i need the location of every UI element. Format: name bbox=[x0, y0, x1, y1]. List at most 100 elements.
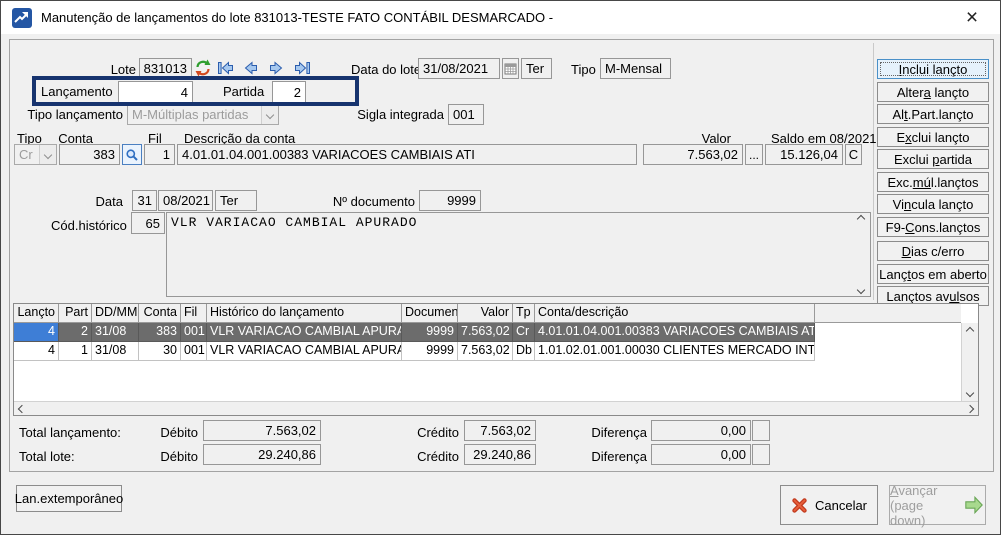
lote-field[interactable]: 831013 bbox=[139, 58, 192, 79]
calendar-icon[interactable] bbox=[502, 58, 519, 79]
total-lote-diferenca: 0,00 bbox=[651, 444, 751, 465]
scroll-down-icon[interactable] bbox=[856, 285, 866, 295]
total-lancamento-debito: 7.563,02 bbox=[203, 420, 321, 441]
tipo-lancamento-select: M-Múltiplas partidas bbox=[127, 104, 279, 125]
table-cell[interactable]: VLR VARIACAO CAMBIAL APURADO bbox=[207, 342, 402, 361]
exc-mul-lanctos-button[interactable]: Exc. mú l.lançtos bbox=[877, 172, 989, 192]
next-record-icon[interactable] bbox=[268, 60, 286, 76]
documento-label: Nº documento bbox=[332, 194, 415, 209]
tipo-label: Tipo bbox=[571, 62, 596, 77]
dias-cerro-button[interactable]: Dias c/erro bbox=[877, 241, 989, 261]
table-cell[interactable]: 2 bbox=[59, 323, 92, 342]
last-record-icon[interactable] bbox=[294, 60, 312, 76]
lanctos-em-aberto-button[interactable]: Lanç t os em aberto bbox=[877, 264, 989, 284]
valor-field[interactable]: 7.563,02 bbox=[643, 144, 743, 165]
table-cell[interactable]: 001 bbox=[181, 323, 207, 342]
total-lancamento-credito: 7.563,02 bbox=[464, 420, 536, 441]
frame-separator bbox=[873, 43, 874, 300]
table-cell[interactable]: VLR VARIACAO CAMBIAL APURADO bbox=[207, 323, 402, 342]
table-cell[interactable]: 9999 bbox=[402, 323, 458, 342]
title-bar: Manutenção de lançamentos do lote 831013… bbox=[1, 1, 1000, 34]
debito-label: Débito bbox=[160, 425, 198, 440]
table-header-cell: Conta/descrição bbox=[535, 304, 815, 322]
table-header-cell: Valor bbox=[458, 304, 513, 322]
chevron-down-icon bbox=[261, 105, 278, 124]
search-icon[interactable] bbox=[122, 144, 142, 165]
table-cell[interactable]: 383 bbox=[139, 323, 181, 342]
conta-tipo-select: Cr bbox=[14, 144, 57, 165]
scroll-left-icon[interactable] bbox=[17, 404, 27, 413]
diferenca-label: Diferença bbox=[591, 449, 647, 464]
conta-field[interactable]: 383 bbox=[59, 144, 120, 165]
grid-body: 4231/08383001VLR VARIACAO CAMBIAL APURAD… bbox=[14, 323, 815, 361]
scroll-right-icon[interactable] bbox=[965, 404, 975, 413]
data-lote-field[interactable]: 31/08/2021 bbox=[418, 58, 500, 79]
inclui-lancto-button[interactable]: Inclui lançto bbox=[877, 59, 989, 79]
table-header-cell: Tp bbox=[513, 304, 535, 322]
refresh-icon[interactable] bbox=[194, 59, 212, 77]
data-mesano-field[interactable]: 08/2021 bbox=[158, 190, 213, 211]
table-cell[interactable]: 7.563,02 bbox=[458, 323, 513, 342]
table-cell[interactable]: 1.01.02.01.001.00030 CLIENTES MERCADO IN… bbox=[535, 342, 815, 361]
total-lote-label: Total lote: bbox=[19, 449, 75, 464]
table-cell[interactable]: 4.01.01.04.001.00383 VARIACOES CAMBIAIS … bbox=[535, 323, 815, 342]
table-header-cell: Histórico do lançamento bbox=[207, 304, 402, 322]
table-row[interactable]: 4131/0830001VLR VARIACAO CAMBIAL APURADO… bbox=[14, 342, 815, 361]
scroll-up-icon[interactable] bbox=[965, 326, 975, 336]
grid-vertical-scrollbar[interactable] bbox=[961, 323, 978, 401]
table-cell[interactable]: Cr bbox=[513, 323, 535, 342]
table-header-cell: DD/MM bbox=[92, 304, 139, 322]
table-cell[interactable]: 4 bbox=[14, 323, 59, 342]
lancamentos-grid: Lançto Part DD/MM Conta Fil Histórico do lanç… bbox=[13, 303, 979, 416]
scroll-up-icon[interactable] bbox=[856, 214, 866, 224]
tipo-field: M-Mensal bbox=[600, 58, 671, 79]
table-cell[interactable]: 4 bbox=[14, 342, 59, 361]
altera-lancto-button[interactable]: Alter a lançto bbox=[877, 82, 989, 102]
close-icon[interactable]: × bbox=[950, 1, 994, 34]
table-header-cell: Conta bbox=[139, 304, 181, 322]
fil-field[interactable]: 1 bbox=[144, 144, 175, 165]
table-cell[interactable]: 001 bbox=[181, 342, 207, 361]
table-cell[interactable]: 7.563,02 bbox=[458, 342, 513, 361]
historico-textarea[interactable]: VLR VARIACAO CAMBIAL APURADO bbox=[166, 212, 871, 297]
historico-cod-field[interactable]: 65 bbox=[131, 212, 165, 234]
partida-label: Partida bbox=[223, 84, 265, 99]
table-cell[interactable]: Db bbox=[513, 342, 535, 361]
lancamento-field[interactable]: 4 bbox=[118, 81, 193, 103]
more-options-button[interactable]: ... bbox=[745, 144, 763, 165]
advance-arrow-icon bbox=[963, 495, 985, 515]
saldo-field: 15.126,04 bbox=[765, 144, 843, 165]
table-cell[interactable]: 31/08 bbox=[92, 323, 139, 342]
data-dia-field[interactable]: 31 bbox=[132, 190, 157, 211]
f9-cons-lanctos-button[interactable]: F9- Cons.lançtos bbox=[877, 217, 989, 237]
table-cell[interactable]: 30 bbox=[139, 342, 181, 361]
grid-horizontal-scrollbar[interactable] bbox=[14, 401, 978, 415]
cancelar-button[interactable]: Cancelar bbox=[780, 485, 878, 525]
cancel-x-icon bbox=[791, 497, 808, 514]
grid-header: Lançto Part DD/MM Conta Fil Histórico do lanç… bbox=[14, 304, 961, 323]
alt-part-lancto-button[interactable]: Al t .Part.lançto bbox=[877, 104, 989, 124]
table-cell[interactable]: 9999 bbox=[402, 342, 458, 361]
historico-label: Cód.histórico bbox=[51, 218, 127, 233]
first-record-icon[interactable] bbox=[217, 60, 235, 76]
previous-record-icon[interactable] bbox=[242, 60, 260, 76]
total-lancamento-diferenca: 0,00 bbox=[651, 420, 751, 441]
table-cell[interactable]: 31/08 bbox=[92, 342, 139, 361]
lote-label: Lote bbox=[110, 62, 136, 77]
saldo-dc-field: C bbox=[845, 144, 862, 165]
scroll-down-icon[interactable] bbox=[965, 388, 975, 398]
credito-label: Crédito bbox=[417, 449, 459, 464]
partida-field[interactable]: 2 bbox=[272, 81, 306, 103]
data-weekday-field: Ter bbox=[215, 190, 257, 211]
table-row[interactable]: 4231/08383001VLR VARIACAO CAMBIAL APURAD… bbox=[14, 323, 815, 342]
window-title: Manutenção de lançamentos do lote 831013… bbox=[41, 10, 554, 25]
table-cell[interactable]: 1 bbox=[59, 342, 92, 361]
documento-field[interactable]: 9999 bbox=[419, 190, 481, 211]
avancar-button[interactable]: Avançar (page down) bbox=[889, 483, 986, 528]
lan-extemporaneo-button[interactable]: Lan.extemporâneo bbox=[15, 485, 123, 512]
vincula-lancto-button[interactable]: Vi n cula lançto bbox=[877, 194, 989, 214]
exclui-lancto-button[interactable]: Ex clui lançto bbox=[877, 127, 989, 147]
exclui-partida-button[interactable]: Exclui p artida bbox=[877, 149, 989, 169]
textarea-scrollbar[interactable] bbox=[854, 214, 868, 295]
chevron-down-icon bbox=[39, 145, 56, 164]
